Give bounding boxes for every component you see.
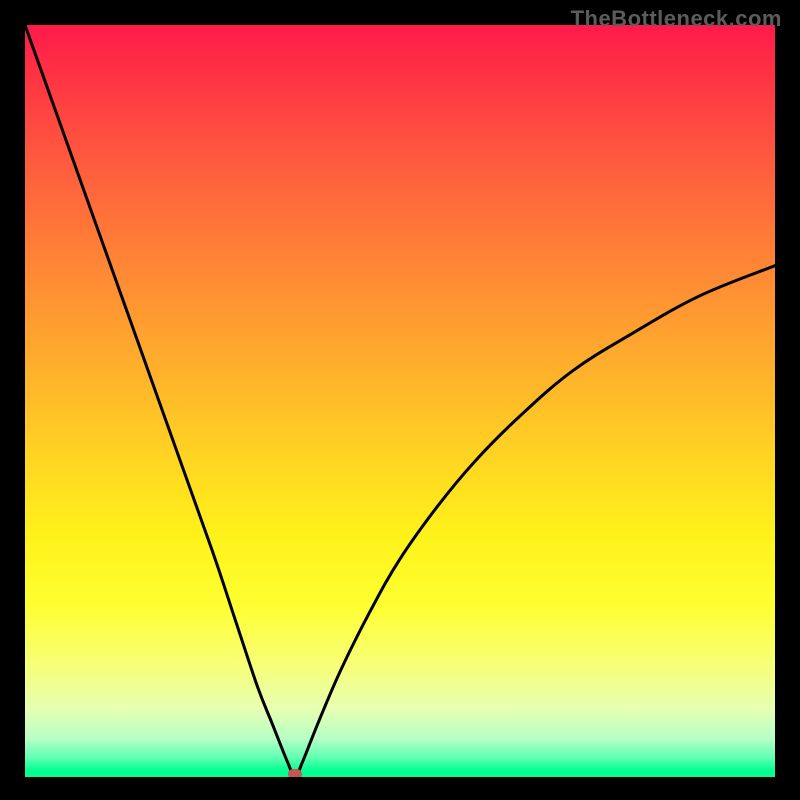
bottleneck-curve [25,25,775,777]
chart-container: TheBottleneck.com [0,0,800,800]
minimum-marker [288,769,302,777]
plot-area [25,25,775,777]
watermark-text: TheBottleneck.com [571,6,782,32]
